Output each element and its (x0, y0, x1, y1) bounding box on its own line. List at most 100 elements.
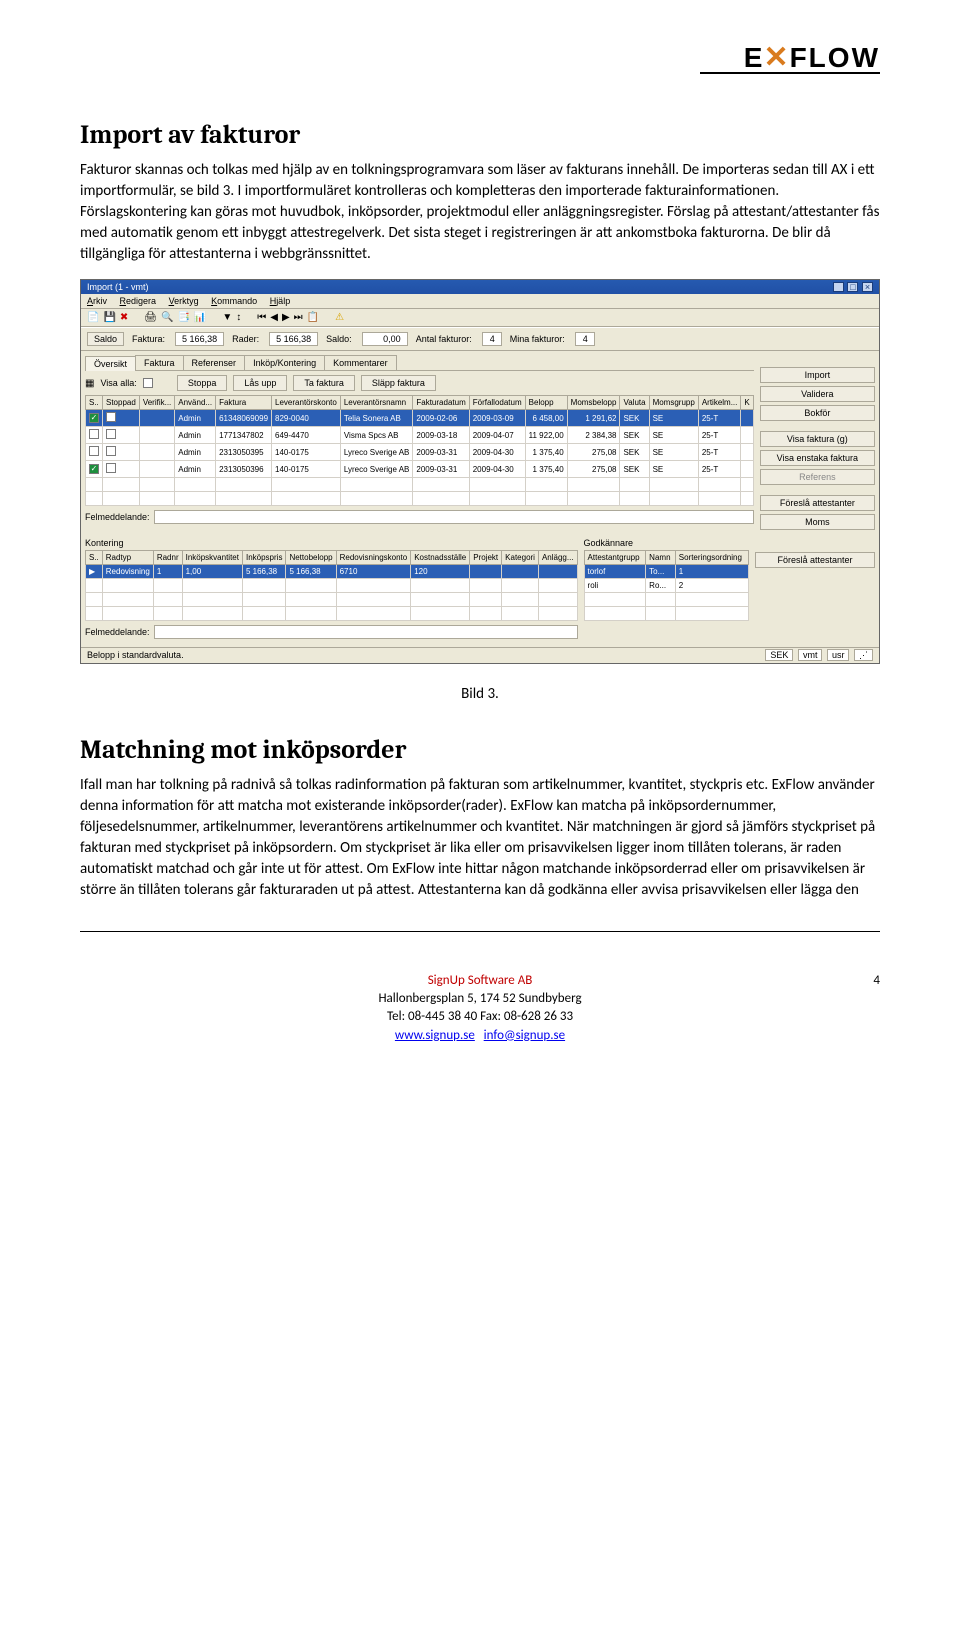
import-button[interactable]: Import (760, 367, 875, 383)
stoppa-button[interactable]: Stoppa (177, 375, 228, 391)
row-checkbox[interactable]: ✓ (89, 413, 99, 423)
tafaktura-button[interactable]: Ta faktura (293, 375, 355, 391)
maximize-icon[interactable]: □ (847, 282, 858, 292)
table-row[interactable]: torlofTo...1 (584, 565, 748, 579)
stoppad-checkbox[interactable] (106, 412, 116, 422)
stoppad-checkbox[interactable] (106, 463, 116, 473)
column-header[interactable]: Redovisningskonto (336, 551, 411, 565)
menu-kommando[interactable]: Kommando (211, 296, 257, 306)
column-header[interactable]: Stoppad (103, 396, 140, 410)
column-header[interactable]: S.. (86, 396, 103, 410)
column-header[interactable]: Radnr (153, 551, 182, 565)
column-header[interactable]: Artikelm... (698, 396, 741, 410)
row-checkbox[interactable] (89, 446, 99, 456)
column-header[interactable]: Kategori (502, 551, 539, 565)
visa-faktura-button[interactable]: Visa faktura (g) (760, 431, 875, 447)
column-header[interactable]: Belopp (525, 396, 567, 410)
table-row[interactable]: Admin1771347802649-4470Visma Spcs AB2009… (86, 427, 754, 444)
foresla-attestanter2-button[interactable]: Föreslå attestanter (755, 552, 875, 568)
column-header[interactable]: Anlägg... (538, 551, 577, 565)
menu-redigera[interactable]: Redigera (120, 296, 157, 306)
table-row[interactable]: Admin2313050395140-0175Lyreco Sverige AB… (86, 444, 754, 461)
column-header[interactable]: Momsbelopp (567, 396, 620, 410)
kontering-grid[interactable]: S..RadtypRadnrInköpskvantitetInköpsprisN… (85, 550, 578, 621)
column-header[interactable]: Leverantörsnamn (340, 396, 413, 410)
row-checkbox[interactable] (89, 429, 99, 439)
validera-button[interactable]: Validera (760, 386, 875, 402)
stoppad-checkbox[interactable] (106, 446, 116, 456)
page-number: 4 (873, 972, 880, 990)
column-header[interactable]: Namn (646, 551, 676, 565)
preview-icon[interactable]: 🔍 (161, 312, 173, 323)
table-row[interactable]: ✓ Admin2313050396140-0175Lyreco Sverige … (86, 461, 754, 478)
column-header[interactable]: Förfallodatum (469, 396, 525, 410)
column-header[interactable]: Faktura (216, 396, 272, 410)
column-header[interactable]: Inköpskvantitet (182, 551, 242, 565)
footer-email-link[interactable]: info@signup.se (484, 1028, 565, 1043)
column-header[interactable]: Valuta (620, 396, 649, 410)
column-header[interactable]: Attestantgrupp (584, 551, 646, 565)
referens-button[interactable]: Referens (760, 469, 875, 485)
invoice-grid[interactable]: S..StoppadVerifik...Använd...FakturaLeve… (85, 395, 754, 506)
column-header[interactable]: Fakturadatum (413, 396, 469, 410)
column-header[interactable]: S.. (86, 551, 103, 565)
excel-icon[interactable]: 📊 (194, 312, 206, 323)
mina-label: Mina fakturor: (510, 334, 565, 344)
print-icon[interactable]: 🖨 (144, 312, 157, 323)
row-checkbox[interactable]: ✓ (89, 464, 99, 474)
saldo-bar: Saldo Faktura: 5 166,38 Rader: 5 166,38 … (81, 327, 879, 351)
bokfor-button[interactable]: Bokför (760, 405, 875, 421)
tab-inkop[interactable]: Inköp/Kontering (244, 355, 325, 370)
column-header[interactable]: Sorteringsordning (675, 551, 748, 565)
tab-referenser[interactable]: Referenser (183, 355, 246, 370)
moms-button[interactable]: Moms (760, 514, 875, 530)
filter-icon-small[interactable]: ▦ (85, 378, 94, 389)
doc-icon[interactable]: 📋 (307, 312, 319, 323)
footer-web-link[interactable]: www.signup.se (395, 1028, 475, 1043)
menu-arkiv[interactable]: Arkiv (87, 296, 107, 306)
column-header[interactable]: Inköpspris (242, 551, 285, 565)
tab-kommentarer[interactable]: Kommentarer (324, 355, 397, 370)
visa-enstaka-button[interactable]: Visa enstaka faktura (760, 450, 875, 466)
menu-verktyg[interactable]: Verktyg (169, 296, 199, 306)
logo-post: FLOW (790, 42, 880, 74)
new-icon[interactable]: 📄 (87, 312, 99, 323)
tab-faktura[interactable]: Faktura (135, 355, 184, 370)
stoppad-checkbox[interactable] (106, 429, 116, 439)
delete-icon[interactable]: ✖ (120, 312, 128, 323)
visa-alla-checkbox[interactable] (143, 378, 153, 388)
visa-alla-label: Visa alla: (100, 378, 136, 388)
felmeddelande2-input[interactable] (154, 625, 578, 639)
titlebar: Import (1 - vmt) _ □ × (81, 280, 879, 294)
column-header[interactable]: K (741, 396, 753, 410)
save-icon[interactable]: 💾 (103, 312, 115, 323)
column-header[interactable]: Momsgrupp (649, 396, 698, 410)
last-icon[interactable]: ⏭ (294, 312, 303, 323)
minimize-icon[interactable]: _ (833, 282, 844, 292)
filter-icon[interactable]: ▼ (222, 312, 232, 323)
export-icon[interactable]: 📑 (177, 312, 189, 323)
column-header[interactable]: Radtyp (102, 551, 153, 565)
close-icon[interactable]: × (862, 282, 873, 292)
lasupp-button[interactable]: Lås upp (233, 375, 287, 391)
slappfaktura-button[interactable]: Släpp faktura (361, 375, 436, 391)
column-header[interactable]: Leverantörskonto (272, 396, 341, 410)
menu-hjalp[interactable]: Hjälp (270, 296, 291, 306)
foresla-attestanter-button[interactable]: Föreslå attestanter (760, 495, 875, 511)
godkannare-grid[interactable]: AttestantgruppNamnSorteringsordning torl… (584, 550, 749, 621)
column-header[interactable]: Projekt (470, 551, 502, 565)
first-icon[interactable]: ⏮ (257, 312, 266, 323)
tab-oversikt[interactable]: Översikt (85, 356, 136, 371)
felmeddelande-input[interactable] (154, 510, 754, 524)
sort-icon[interactable]: ↕ (236, 312, 241, 323)
column-header[interactable]: Verifik... (139, 396, 174, 410)
column-header[interactable]: Kostnadsställe (411, 551, 470, 565)
next-icon[interactable]: ▶ (282, 312, 290, 323)
table-row[interactable]: roliRo...2 (584, 579, 748, 593)
table-row[interactable]: ✓ Admin61348069099829-0040Telia Sonera A… (86, 410, 754, 427)
column-header[interactable]: Nettobelopp (286, 551, 336, 565)
help-icon[interactable]: ⚠ (335, 312, 344, 323)
saldo-button[interactable]: Saldo (87, 332, 124, 346)
column-header[interactable]: Använd... (175, 396, 216, 410)
prev-icon[interactable]: ◀ (270, 312, 278, 323)
